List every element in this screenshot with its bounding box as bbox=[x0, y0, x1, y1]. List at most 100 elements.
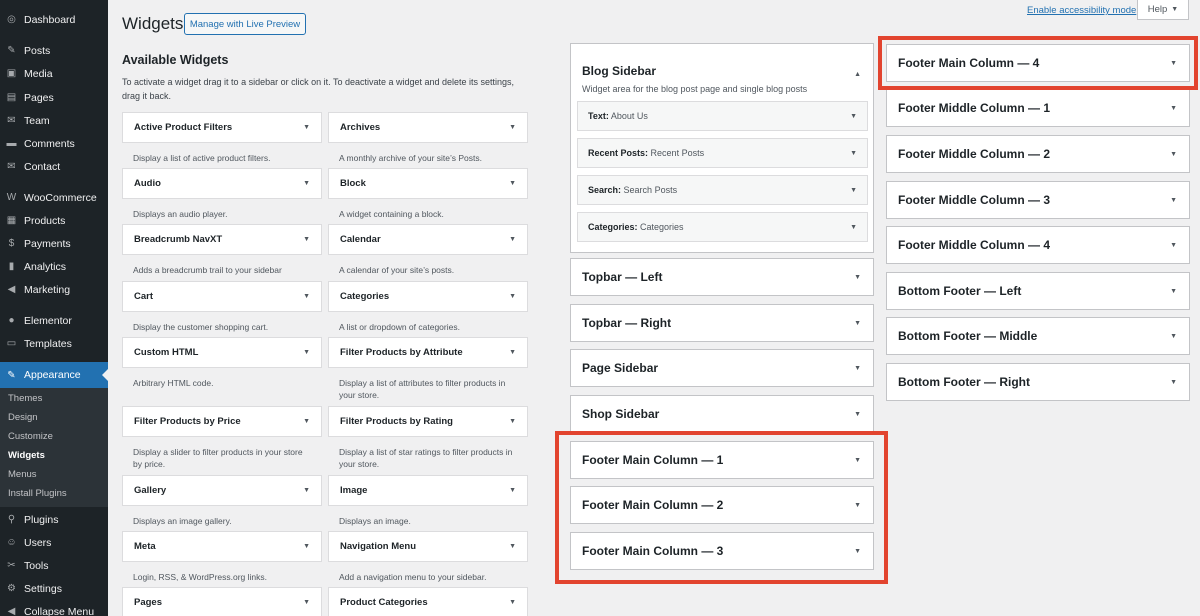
widget-pages[interactable]: Pages ▼ bbox=[122, 587, 322, 616]
chevron-down-icon[interactable]: ▼ bbox=[1170, 105, 1177, 112]
widget-categories[interactable]: Categories ▼ A list or dropdown of categor… bbox=[328, 281, 528, 333]
sidebar-footer-middle-column-4[interactable]: Footer Middle Column — 4 ▼ bbox=[886, 226, 1190, 264]
widget-title-bar[interactable]: Meta ▼ bbox=[122, 531, 322, 562]
chevron-down-icon[interactable]: ▼ bbox=[303, 599, 310, 606]
chevron-down-icon[interactable]: ▼ bbox=[509, 124, 516, 131]
chevron-down-icon[interactable]: ▼ bbox=[850, 113, 857, 120]
menu-item-woocommerce[interactable]: W WooCommerce bbox=[0, 186, 108, 209]
sidebar-bottom-footer-middle[interactable]: Bottom Footer — Middle ▼ bbox=[886, 317, 1190, 355]
chevron-down-icon[interactable]: ▼ bbox=[303, 543, 310, 550]
widget-title-bar[interactable]: Block ▼ bbox=[328, 168, 528, 199]
chevron-down-icon[interactable]: ▼ bbox=[303, 418, 310, 425]
menu-item-dashboard[interactable]: ◎ Dashboard bbox=[0, 8, 108, 31]
blog-sidebar-widget[interactable]: Categories: Categories ▼ bbox=[577, 212, 868, 242]
menu-item-media[interactable]: ▣ Media bbox=[0, 62, 108, 85]
sidebar-header[interactable]: Bottom Footer — Left ▼ bbox=[887, 273, 1189, 309]
widget-title-bar[interactable]: Audio ▼ bbox=[122, 168, 322, 199]
widget-cart[interactable]: Cart ▼ Display the customer shopping cart. bbox=[122, 281, 322, 333]
widget-title-bar[interactable]: Navigation Menu ▼ bbox=[328, 531, 528, 562]
chevron-down-icon[interactable]: ▼ bbox=[509, 487, 516, 494]
widget-title-bar[interactable]: Pages ▼ bbox=[122, 587, 322, 616]
blog-sidebar-widget[interactable]: Text: About Us ▼ bbox=[577, 101, 868, 131]
menu-item-plugins[interactable]: ⚲ Plugins bbox=[0, 508, 108, 531]
sidebar-header[interactable]: Bottom Footer — Right ▼ bbox=[887, 364, 1189, 400]
widget-navigation-menu[interactable]: Navigation Menu ▼ Add a navigation menu to… bbox=[328, 531, 528, 583]
chevron-down-icon[interactable]: ▼ bbox=[854, 365, 861, 372]
widget-breadcrumb-navxt[interactable]: Breadcrumb NavXT ▼ Adds a breadcrumb trail… bbox=[122, 224, 322, 276]
widget-calendar[interactable]: Calendar ▼ A calendar of your site’s posts… bbox=[328, 224, 528, 276]
sidebar-footer-middle-column-3[interactable]: Footer Middle Column — 3 ▼ bbox=[886, 181, 1190, 219]
widget-title-bar[interactable]: Cart ▼ bbox=[122, 281, 322, 312]
accessibility-mode-link[interactable]: Enable accessibility mode bbox=[1027, 5, 1136, 16]
menu-item-tools[interactable]: ✂ Tools bbox=[0, 554, 108, 577]
sidebar-header[interactable]: Footer Middle Column — 4 ▼ bbox=[887, 227, 1189, 263]
widget-title-bar[interactable]: Gallery ▼ bbox=[122, 475, 322, 506]
sidebar-blog-sidebar[interactable]: Blog Sidebar ▲ Widget area for the blog … bbox=[570, 43, 874, 253]
submenu-item-customize[interactable]: Customize bbox=[8, 431, 53, 442]
widget-block[interactable]: Block ▼ A widget containing a block. bbox=[328, 168, 528, 220]
sidebar-header[interactable]: Footer Middle Column — 3 ▼ bbox=[887, 182, 1189, 218]
widget-meta[interactable]: Meta ▼ Login, RSS, & WordPress.org links. bbox=[122, 531, 322, 583]
sidebar-header[interactable]: Blog Sidebar ▲ bbox=[571, 44, 873, 80]
chevron-down-icon[interactable]: ▼ bbox=[1170, 379, 1177, 386]
widget-title-bar[interactable]: Custom HTML ▼ bbox=[122, 337, 322, 368]
menu-item-analytics[interactable]: ▮ Analytics bbox=[0, 255, 108, 278]
widget-custom-html[interactable]: Custom HTML ▼ Arbitrary HTML code. bbox=[122, 337, 322, 389]
widget-archives[interactable]: Archives ▼ A monthly archive of your site’… bbox=[328, 112, 528, 164]
sidebar-header[interactable]: Footer Middle Column — 2 ▼ bbox=[887, 136, 1189, 172]
menu-item-pages[interactable]: ▤ Pages bbox=[0, 86, 108, 109]
submenu-item-menus[interactable]: Menus bbox=[8, 469, 37, 480]
sidebar-header[interactable]: Footer Middle Column — 1 ▼ bbox=[887, 90, 1189, 126]
widget-title-bar[interactable]: Image ▼ bbox=[328, 475, 528, 506]
widget-title-bar[interactable]: Active Product Filters ▼ bbox=[122, 112, 322, 143]
sidebar-topbar-right[interactable]: Topbar — Right ▼ bbox=[570, 304, 874, 342]
widget-title-bar[interactable]: Filter Products by Rating ▼ bbox=[328, 406, 528, 437]
widget-gallery[interactable]: Gallery ▼ Displays an image gallery. bbox=[122, 475, 322, 527]
menu-item-comments[interactable]: ▬ Comments bbox=[0, 132, 108, 155]
submenu-item-install-plugins[interactable]: Install Plugins bbox=[8, 488, 67, 499]
chevron-down-icon[interactable]: ▼ bbox=[850, 224, 857, 231]
chevron-down-icon[interactable]: ▼ bbox=[854, 320, 861, 327]
sidebar-header[interactable]: Shop Sidebar ▼ bbox=[571, 396, 873, 432]
menu-item-appearance[interactable]: ✎ Appearance bbox=[0, 362, 108, 388]
widget-filter-products-by-rating[interactable]: Filter Products by Rating ▼ Display a list… bbox=[328, 406, 528, 470]
widget-title-bar[interactable]: Product Categories ▼ bbox=[328, 587, 528, 616]
widget-title-bar[interactable]: Categories ▼ bbox=[328, 281, 528, 312]
sidebar-bottom-footer-left[interactable]: Bottom Footer — Left ▼ bbox=[886, 272, 1190, 310]
chevron-down-icon[interactable]: ▼ bbox=[303, 236, 310, 243]
submenu-item-design[interactable]: Design bbox=[8, 412, 38, 423]
chevron-down-icon[interactable]: ▼ bbox=[303, 487, 310, 494]
widget-title-bar[interactable]: Filter Products by Price ▼ bbox=[122, 406, 322, 437]
chevron-down-icon[interactable]: ▼ bbox=[854, 411, 861, 418]
menu-item-posts[interactable]: ✎ Posts bbox=[0, 39, 108, 62]
chevron-down-icon[interactable]: ▼ bbox=[1170, 197, 1177, 204]
sidebar-footer-middle-column-1[interactable]: Footer Middle Column — 1 ▼ bbox=[886, 89, 1190, 127]
submenu-item-widgets[interactable]: Widgets bbox=[8, 450, 45, 461]
widget-image[interactable]: Image ▼ Displays an image. bbox=[328, 475, 528, 527]
sidebar-shop-sidebar[interactable]: Shop Sidebar ▼ bbox=[570, 395, 874, 433]
sidebar-topbar-left[interactable]: Topbar — Left ▼ bbox=[570, 258, 874, 296]
sidebar-page-sidebar[interactable]: Page Sidebar ▼ bbox=[570, 349, 874, 387]
chevron-down-icon[interactable]: ▼ bbox=[509, 543, 516, 550]
chevron-down-icon[interactable]: ▼ bbox=[509, 599, 516, 606]
chevron-down-icon[interactable]: ▼ bbox=[509, 293, 516, 300]
sidebar-footer-middle-column-2[interactable]: Footer Middle Column — 2 ▼ bbox=[886, 135, 1190, 173]
widget-title-bar[interactable]: Archives ▼ bbox=[328, 112, 528, 143]
chevron-down-icon[interactable]: ▼ bbox=[1170, 288, 1177, 295]
menu-item-collapse-menu[interactable]: ◀ Collapse Menu bbox=[0, 600, 108, 616]
sidebar-header[interactable]: Topbar — Left ▼ bbox=[571, 259, 873, 295]
chevron-down-icon[interactable]: ▼ bbox=[1170, 333, 1177, 340]
widget-title-bar[interactable]: Filter Products by Attribute ▼ bbox=[328, 337, 528, 368]
chevron-down-icon[interactable]: ▼ bbox=[303, 180, 310, 187]
chevron-down-icon[interactable]: ▼ bbox=[303, 349, 310, 356]
menu-item-products[interactable]: ▦ Products bbox=[0, 209, 108, 232]
submenu-item-themes[interactable]: Themes bbox=[8, 393, 42, 404]
chevron-down-icon[interactable]: ▼ bbox=[509, 180, 516, 187]
chevron-down-icon[interactable]: ▼ bbox=[854, 274, 861, 281]
sidebar-header[interactable]: Bottom Footer — Middle ▼ bbox=[887, 318, 1189, 354]
sidebar-header[interactable]: Page Sidebar ▼ bbox=[571, 350, 873, 386]
widget-filter-products-by-price[interactable]: Filter Products by Price ▼ Display a slide… bbox=[122, 406, 322, 470]
menu-item-templates[interactable]: ▭ Templates bbox=[0, 332, 108, 355]
chevron-down-icon[interactable]: ▼ bbox=[509, 236, 516, 243]
sidebar-header[interactable]: Topbar — Right ▼ bbox=[571, 305, 873, 341]
